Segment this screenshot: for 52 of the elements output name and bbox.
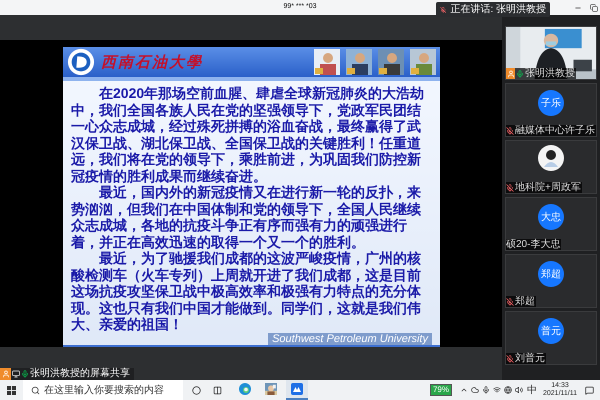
microphone-muted-icon xyxy=(506,126,514,134)
avatar: 普元 xyxy=(538,318,564,344)
slide-footer: Southwest Petroleum University xyxy=(268,332,432,345)
participant-name: 郑超 xyxy=(515,296,535,307)
globe-icon[interactable] xyxy=(504,386,512,394)
participant-tile[interactable]: 张明洪教授 xyxy=(505,26,597,80)
avatar xyxy=(538,145,564,171)
participant-tile[interactable]: 普元 刘普元 xyxy=(505,311,597,365)
participant-name: 硕20-李大忠 xyxy=(506,239,560,250)
slide-paragraph: 最近，为了驰援我们成都的这波严峻疫情，广州的核酸检测车（火车专列）上周就开进了我们成都，这是目前这场抗疫攻坚保卫战中极高效率和极强有力特点的充分体现。这也只有我们中国才能做到。同学们，这就是我们伟大、亲爱的祖国！ xyxy=(71,250,422,333)
taskbar-app[interactable] xyxy=(286,380,308,400)
screen-share-label: 张明洪教授的屏幕共享 xyxy=(0,368,134,380)
participant-tile[interactable]: 地科院+周政军 xyxy=(505,140,597,194)
browser-icon xyxy=(239,383,251,395)
host-badge xyxy=(506,68,515,79)
participant-name: 地科院+周政军 xyxy=(515,182,581,193)
chevron-up-icon[interactable] xyxy=(460,386,468,394)
volume-icon[interactable] xyxy=(515,386,523,394)
slide-paragraph: 最近，国内外的新冠疫情又在进行新一轮的反扑，来势汹汹，但我们在中国体制和党的领导下，全国人民继续众志成城，各地的抗疫斗争正有序而强有力的顽强进行着，并正在高效迅速的取得一个又一个的胜利。 xyxy=(71,184,422,250)
avatar: 子乐 xyxy=(538,90,564,116)
task-view-icon[interactable] xyxy=(213,386,222,394)
participant-name: 张明洪教授 xyxy=(525,68,575,79)
speaking-indicator: 正在讲话: 张明洪教授 xyxy=(436,2,550,17)
microphone-icon[interactable] xyxy=(482,386,490,394)
participant-tile[interactable]: 子乐 融媒体中心许子乐 xyxy=(505,83,597,137)
cloud-icon[interactable] xyxy=(471,386,479,394)
microphone-muted-icon xyxy=(506,354,514,362)
wifi-icon[interactable] xyxy=(493,386,501,394)
battery-indicator: 79% xyxy=(430,384,452,396)
participant-tile[interactable]: 郑超 郑超 xyxy=(505,254,597,308)
cortana-icon[interactable] xyxy=(192,386,201,394)
logo-icon xyxy=(67,48,95,76)
windows-start-icon[interactable] xyxy=(7,386,16,394)
microphone-muted-icon xyxy=(506,184,514,192)
avatar: 大忠 xyxy=(538,204,564,230)
search-field[interactable]: 在这里输入你要搜索的内容 xyxy=(23,380,183,400)
user-icon xyxy=(2,370,10,378)
notification-icon[interactable] xyxy=(585,386,594,394)
slide-title: 西南石油大學 xyxy=(101,52,203,73)
participant-name: 融媒体中心许子乐 xyxy=(515,125,595,136)
input-method[interactable]: 中 xyxy=(527,382,537,398)
participant-tile[interactable]: 大忠 硕20-李大忠 xyxy=(505,197,597,251)
search-icon xyxy=(31,386,40,394)
microphone-icon xyxy=(21,370,29,378)
participant-name: 刘普元 xyxy=(515,353,545,364)
slide-paragraph: 在2020年那场空前血腥、肆虐全球新冠肺炎的大浩劫中，我们全国各族人民在党的坚强领导下，党政军民团结一心众志成城，经过殊死拼搏的浴血奋战，最终赢得了武汉保卫战、湖北保卫战、全国保卫战的关键胜利！任重道远，我们将在党的领导下，乘胜前进，为巩固我们防控新冠疫情的胜利成果而继续奋进。 xyxy=(71,85,426,184)
restore-icon[interactable] xyxy=(590,4,598,12)
monitor-icon xyxy=(12,370,20,378)
avatar: 郑超 xyxy=(538,261,564,287)
microphone-muted-icon xyxy=(506,298,514,306)
meeting-app-icon xyxy=(291,383,303,395)
microphone-icon xyxy=(516,70,524,78)
